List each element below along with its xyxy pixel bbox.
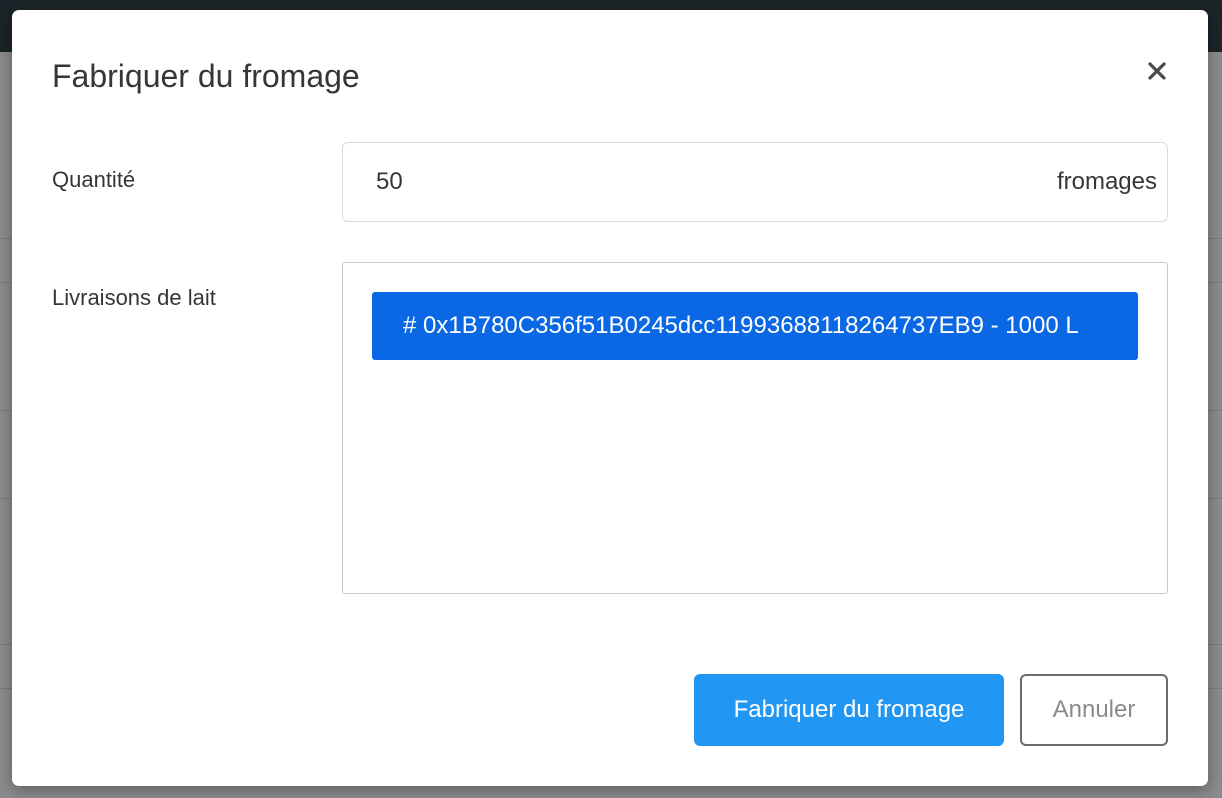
quantity-unit: fromages bbox=[1056, 168, 1157, 195]
make-cheese-modal: Fabriquer du fromage Quantité fromages L… bbox=[12, 10, 1208, 786]
milk-delivery-option[interactable]: # 0x1B780C356f51B0245dcc1199368811826473… bbox=[372, 292, 1138, 360]
modal-title: Fabriquer du fromage bbox=[52, 58, 360, 94]
milk-deliveries-label: Livraisons de lait bbox=[52, 285, 216, 310]
quantity-input[interactable] bbox=[344, 144, 1024, 220]
quantity-field: fromages bbox=[342, 142, 1168, 222]
quantity-label: Quantité bbox=[52, 167, 136, 192]
close-button[interactable] bbox=[1142, 56, 1172, 86]
cancel-button[interactable]: Annuler bbox=[1020, 674, 1168, 746]
close-icon bbox=[1148, 62, 1166, 80]
milk-deliveries-multiselect[interactable]: # 0x1B780C356f51B0245dcc1199368811826473… bbox=[342, 262, 1168, 594]
make-cheese-button[interactable]: Fabriquer du fromage bbox=[694, 674, 1004, 746]
